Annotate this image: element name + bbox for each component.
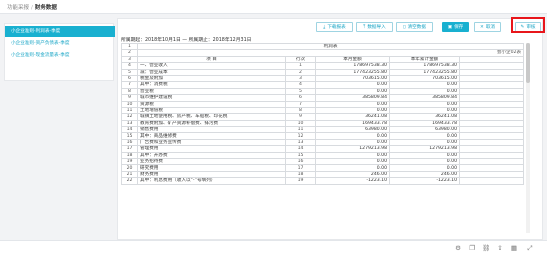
status-bar: ⚙ ❐ ⛓ ⇪ ▦ ⤢ [0,240,547,255]
top-bar: 功能采报 / 财务数据 [0,0,547,14]
grid-icon[interactable]: ▦ [510,244,518,252]
link-icon[interactable]: ⛓ [482,244,490,252]
settings-icon[interactable]: ⚙ [454,244,462,252]
item-cell: 其中：利息费用（收入以“-”号填列） [137,177,286,185]
breadcrumb-separator: / [31,5,33,11]
copy-icon[interactable]: ❐ [468,244,476,252]
import-data-label: 数据导入 [367,25,386,30]
report-list: 小企业准则-利润表-季度 小企业准则-资产负债表-季度 小企业准则-现金流量表-… [4,23,115,81]
cancel-button[interactable]: ✕ 取消 [474,22,501,32]
clear-data-label: 清空数据 [407,25,426,30]
import-data-button[interactable]: ⤒ 数据导入 [356,22,393,32]
expand-icon[interactable]: ⤢ [526,244,534,252]
table-row: 22 其中：利息费用（收入以“-”号填列） 19 -1223.10 -1223.10 [121,177,525,185]
share-icon[interactable]: ⇪ [496,244,504,252]
breadcrumb-current: 财务数据 [34,5,57,11]
report-item-income-statement[interactable]: 小企业准则-利润表-季度 [5,26,115,37]
save-icon: ▣ [447,25,453,30]
row-number: 22 [121,177,138,185]
vertical-scrollbar[interactable] [526,43,530,233]
scrollbar-thumb[interactable] [526,43,530,83]
download-report-label: 下载报表 [327,25,346,30]
toolbar: ⤓ 下载报表 ⤒ 数据导入 ▯ 清空数据 ▣ 保存 ✕ 取消 ✎ 审核 [118,17,545,35]
breadcrumb-parent[interactable]: 功能采报 [7,5,29,11]
current-amount-cell[interactable]: -1223.10 [315,177,390,185]
save-button[interactable]: ▣ 保存 [442,22,469,32]
audit-highlight-box [511,17,545,33]
clear-data-button[interactable]: ▯ 清空数据 [396,22,433,32]
report-panel: ⤓ 下载报表 ⤒ 数据导入 ▯ 清空数据 ▣ 保存 ✕ 取消 ✎ 审核 所属期起：2018年… [117,17,545,240]
report-item-balance-sheet[interactable]: 小企业准则-资产负债表-季度 [5,38,115,49]
report-item-cash-flow[interactable]: 小企业准则-现金流量表-季度 [5,50,115,61]
download-report-button[interactable]: ⤓ 下载报表 [316,22,353,32]
trash-icon: ▯ [403,25,406,30]
ytd-amount-cell[interactable]: -1223.10 [389,177,460,185]
breadcrumb: 功能采报 / 财务数据 [7,3,57,11]
cancel-label: 取消 [485,25,496,30]
line-cell: 19 [285,177,316,185]
save-label: 保存 [454,25,464,30]
download-icon: ⤓ [323,25,326,30]
close-icon: ✕ [479,25,484,30]
import-icon: ⤒ [363,25,366,30]
income-statement-table: 1 利润表 2 会小企02表 3 项 目 行次 本月金额 本年累计金额 4 一、营… [121,42,525,185]
period-info: 所属期起：2018年10月1日 — 所属期止：2018年12月31日 [121,38,252,43]
